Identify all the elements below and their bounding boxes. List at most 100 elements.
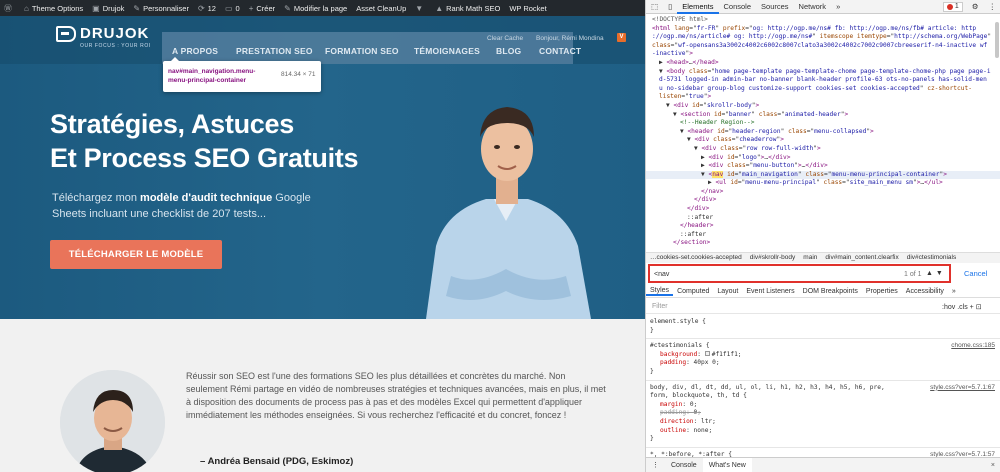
download-template-button[interactable]: TÉLÉCHARGER LE MODÈLE [50,240,222,269]
add-rule-icon[interactable]: + [970,304,974,311]
tab-console[interactable]: Console [719,0,757,14]
dom-node[interactable]: <!--Header Region--> [646,119,1000,128]
menu-item-blog[interactable]: BLOG [496,46,521,56]
css-property-value[interactable]: ltr [701,418,712,425]
css-rule[interactable]: style.css?ver=5.7.1:57 *, *:before, *:aft… [646,448,1000,457]
dom-node[interactable]: u no-sidebar group-blog customize-suppor… [646,85,1000,94]
dom-node[interactable]: -inactive"> [646,50,1000,59]
menu-item-prestation-seo[interactable]: PRESTATION SEO [236,46,313,56]
css-property-name[interactable]: margin [660,401,682,408]
dom-node[interactable]: ▼ <div id="skrollr-body"> [646,102,1000,111]
css-rule[interactable]: chome.css:185 #ctestimonials {background:… [646,339,1000,381]
styles-tab-event-listeners[interactable]: Event Listeners [742,288,798,295]
dom-node[interactable]: ::after [646,231,1000,240]
menu-item-contact[interactable]: CONTACT [539,46,581,56]
adminbar-item-0[interactable]: Ⓦ [4,3,15,14]
css-property-name[interactable]: background [660,351,697,358]
css-declaration[interactable]: padding: 40px 0; [650,359,995,368]
cls-toggle[interactable]: .cls [957,304,968,311]
breadcrumb-item[interactable]: …cookies-set.cookies-accepted [650,254,742,261]
dom-node[interactable]: </div> [646,205,1000,214]
adminbar-item-3[interactable]: ✎ Personnaliser [133,4,189,13]
dom-node[interactable]: <html lang="fr-FR" prefix="og: http://og… [646,25,1000,34]
css-declaration[interactable]: padding: 0; [650,409,995,418]
dom-node[interactable]: ://ogp.me/ns/article# og: http://ogp.me/… [646,33,1000,42]
adminbar-item-1[interactable]: ⌂ Theme Options [24,4,83,13]
css-declaration[interactable]: direction: ltr; [650,418,995,427]
dom-node[interactable]: ▶ <div class="menu-button">…</div> [646,162,1000,171]
settings-gear-icon[interactable]: ⚙ [967,0,984,14]
search-cancel-button[interactable]: Cancel [964,269,987,278]
css-declaration[interactable]: background: #f1f1f1; [650,351,995,360]
dom-node[interactable]: ▼ <div class="row row-full-width"> [646,145,1000,154]
styles-tab-layout[interactable]: Layout [713,288,742,295]
css-property-name[interactable]: padding [660,409,686,416]
styles-filter-input[interactable]: Filter [652,303,668,310]
styles-tab-dom-breakpoints[interactable]: DOM Breakpoints [799,288,862,295]
css-rule[interactable]: style.css?ver=5.7.1:67 body, div, dl, dt,… [646,381,1000,448]
adminbar-item-10[interactable]: ▲ Rank Math SEO [435,4,500,13]
dom-node[interactable]: ▼ <header id="header-region" class="menu… [646,128,1000,137]
more-options-icon[interactable]: ⋮ [984,0,1000,14]
dom-node[interactable]: ▼ <section id="banner" class="animated-h… [646,111,1000,120]
css-rule-source-link[interactable]: chome.css:185 [951,342,995,351]
dom-node[interactable]: </nav> [646,188,1000,197]
css-rule-source-link[interactable]: style.css?ver=5.7.1:67 [930,384,995,393]
css-declaration[interactable]: margin: 0; [650,401,995,410]
css-property-value[interactable]: 0 [694,409,698,416]
greeting-link[interactable]: Bonjour, Rémi Mondina [536,35,604,42]
dom-node[interactable]: ▶ <ul id="menu-menu-principal" class="si… [646,179,1000,188]
adminbar-item-4[interactable]: ⟳ 12 [198,4,216,13]
device-toggle-icon[interactable]: ▯ [663,0,677,14]
styles-tab-properties[interactable]: Properties [862,288,902,295]
dom-node[interactable]: </header> [646,222,1000,231]
dom-node[interactable]: </section> [646,239,1000,248]
site-logo[interactable]: DRUJOK OUR FOCUS : YOUR ROI [56,25,150,49]
inspect-icon[interactable]: ⬚ [646,0,663,14]
dom-node[interactable]: <!DOCTYPE html> [646,16,1000,25]
color-swatch-icon[interactable] [704,351,710,357]
styles-tab-computed[interactable]: Computed [673,288,713,295]
dom-node[interactable]: ▶ <head>…</head> [646,59,1000,68]
dom-node-selected[interactable]: ▼ <nav id="main_navigation" class="menu-… [646,170,1000,180]
breadcrumb-item[interactable]: div#main_content.clearfix [825,254,898,261]
breadcrumb-item[interactable]: div#ctestimonials [907,254,957,261]
css-declaration[interactable]: outline: none; [650,427,995,436]
dom-node[interactable]: ▼ <body class="home page-template page-t… [646,68,1000,77]
styles-tab-accessibility[interactable]: Accessibility [902,288,948,295]
adminbar-item-2[interactable]: ▣ Drujok [92,4,124,13]
menu-item-temoignages[interactable]: TÉMOIGNAGES [414,46,480,56]
css-property-value[interactable]: 40px 0 [694,359,716,366]
css-rule[interactable]: element.style {} [646,315,1000,340]
dom-search-input[interactable]: <nav [654,271,669,278]
menu-item-a-propos[interactable]: A PROPOS [172,46,218,56]
clear-cache-link[interactable]: Clear Cache [487,35,523,42]
adminbar-item-9[interactable]: ▼ [415,4,426,13]
tab-network[interactable]: Network [794,0,832,14]
drawer-menu-icon[interactable]: ⋮ [646,458,665,472]
adminbar-item-5[interactable]: ▭ 0 [225,4,240,13]
drawer-close-icon[interactable]: × [991,462,995,469]
drawer-tab-console[interactable]: Console [665,458,703,472]
adminbar-item-11[interactable]: WP Rocket [509,4,546,13]
breadcrumb-item[interactable]: main [803,254,817,261]
css-property-name[interactable]: outline [660,427,686,434]
styles-tab-styles[interactable]: Styles [646,287,674,296]
computed-sidebar-icon[interactable]: ⊡ [976,304,982,311]
hov-toggle[interactable]: :hov [942,304,955,311]
styles-more-tabs-button[interactable]: » [948,288,960,295]
css-property-name[interactable]: direction [660,418,694,425]
dom-node[interactable]: d-5731 logged-in admin-bar no-banner bla… [646,76,1000,85]
menu-item-formation-seo[interactable]: FORMATION SEO [325,46,399,56]
more-tabs-button[interactable]: » [831,0,845,14]
error-count-badge[interactable]: 1 [942,1,963,12]
adminbar-item-7[interactable]: ✎ Modifier la page [284,4,347,13]
css-property-value[interactable]: #f1f1f1 [712,351,738,358]
dom-node[interactable]: </div> [646,196,1000,205]
adminbar-item-6[interactable]: + Créer [249,4,275,13]
breadcrumb-item[interactable]: div#skrollr-body [750,254,796,261]
css-property-value[interactable]: none [694,427,709,434]
css-property-value[interactable]: 0 [690,401,694,408]
tab-elements[interactable]: Elements [677,0,719,14]
tab-sources[interactable]: Sources [756,0,794,14]
